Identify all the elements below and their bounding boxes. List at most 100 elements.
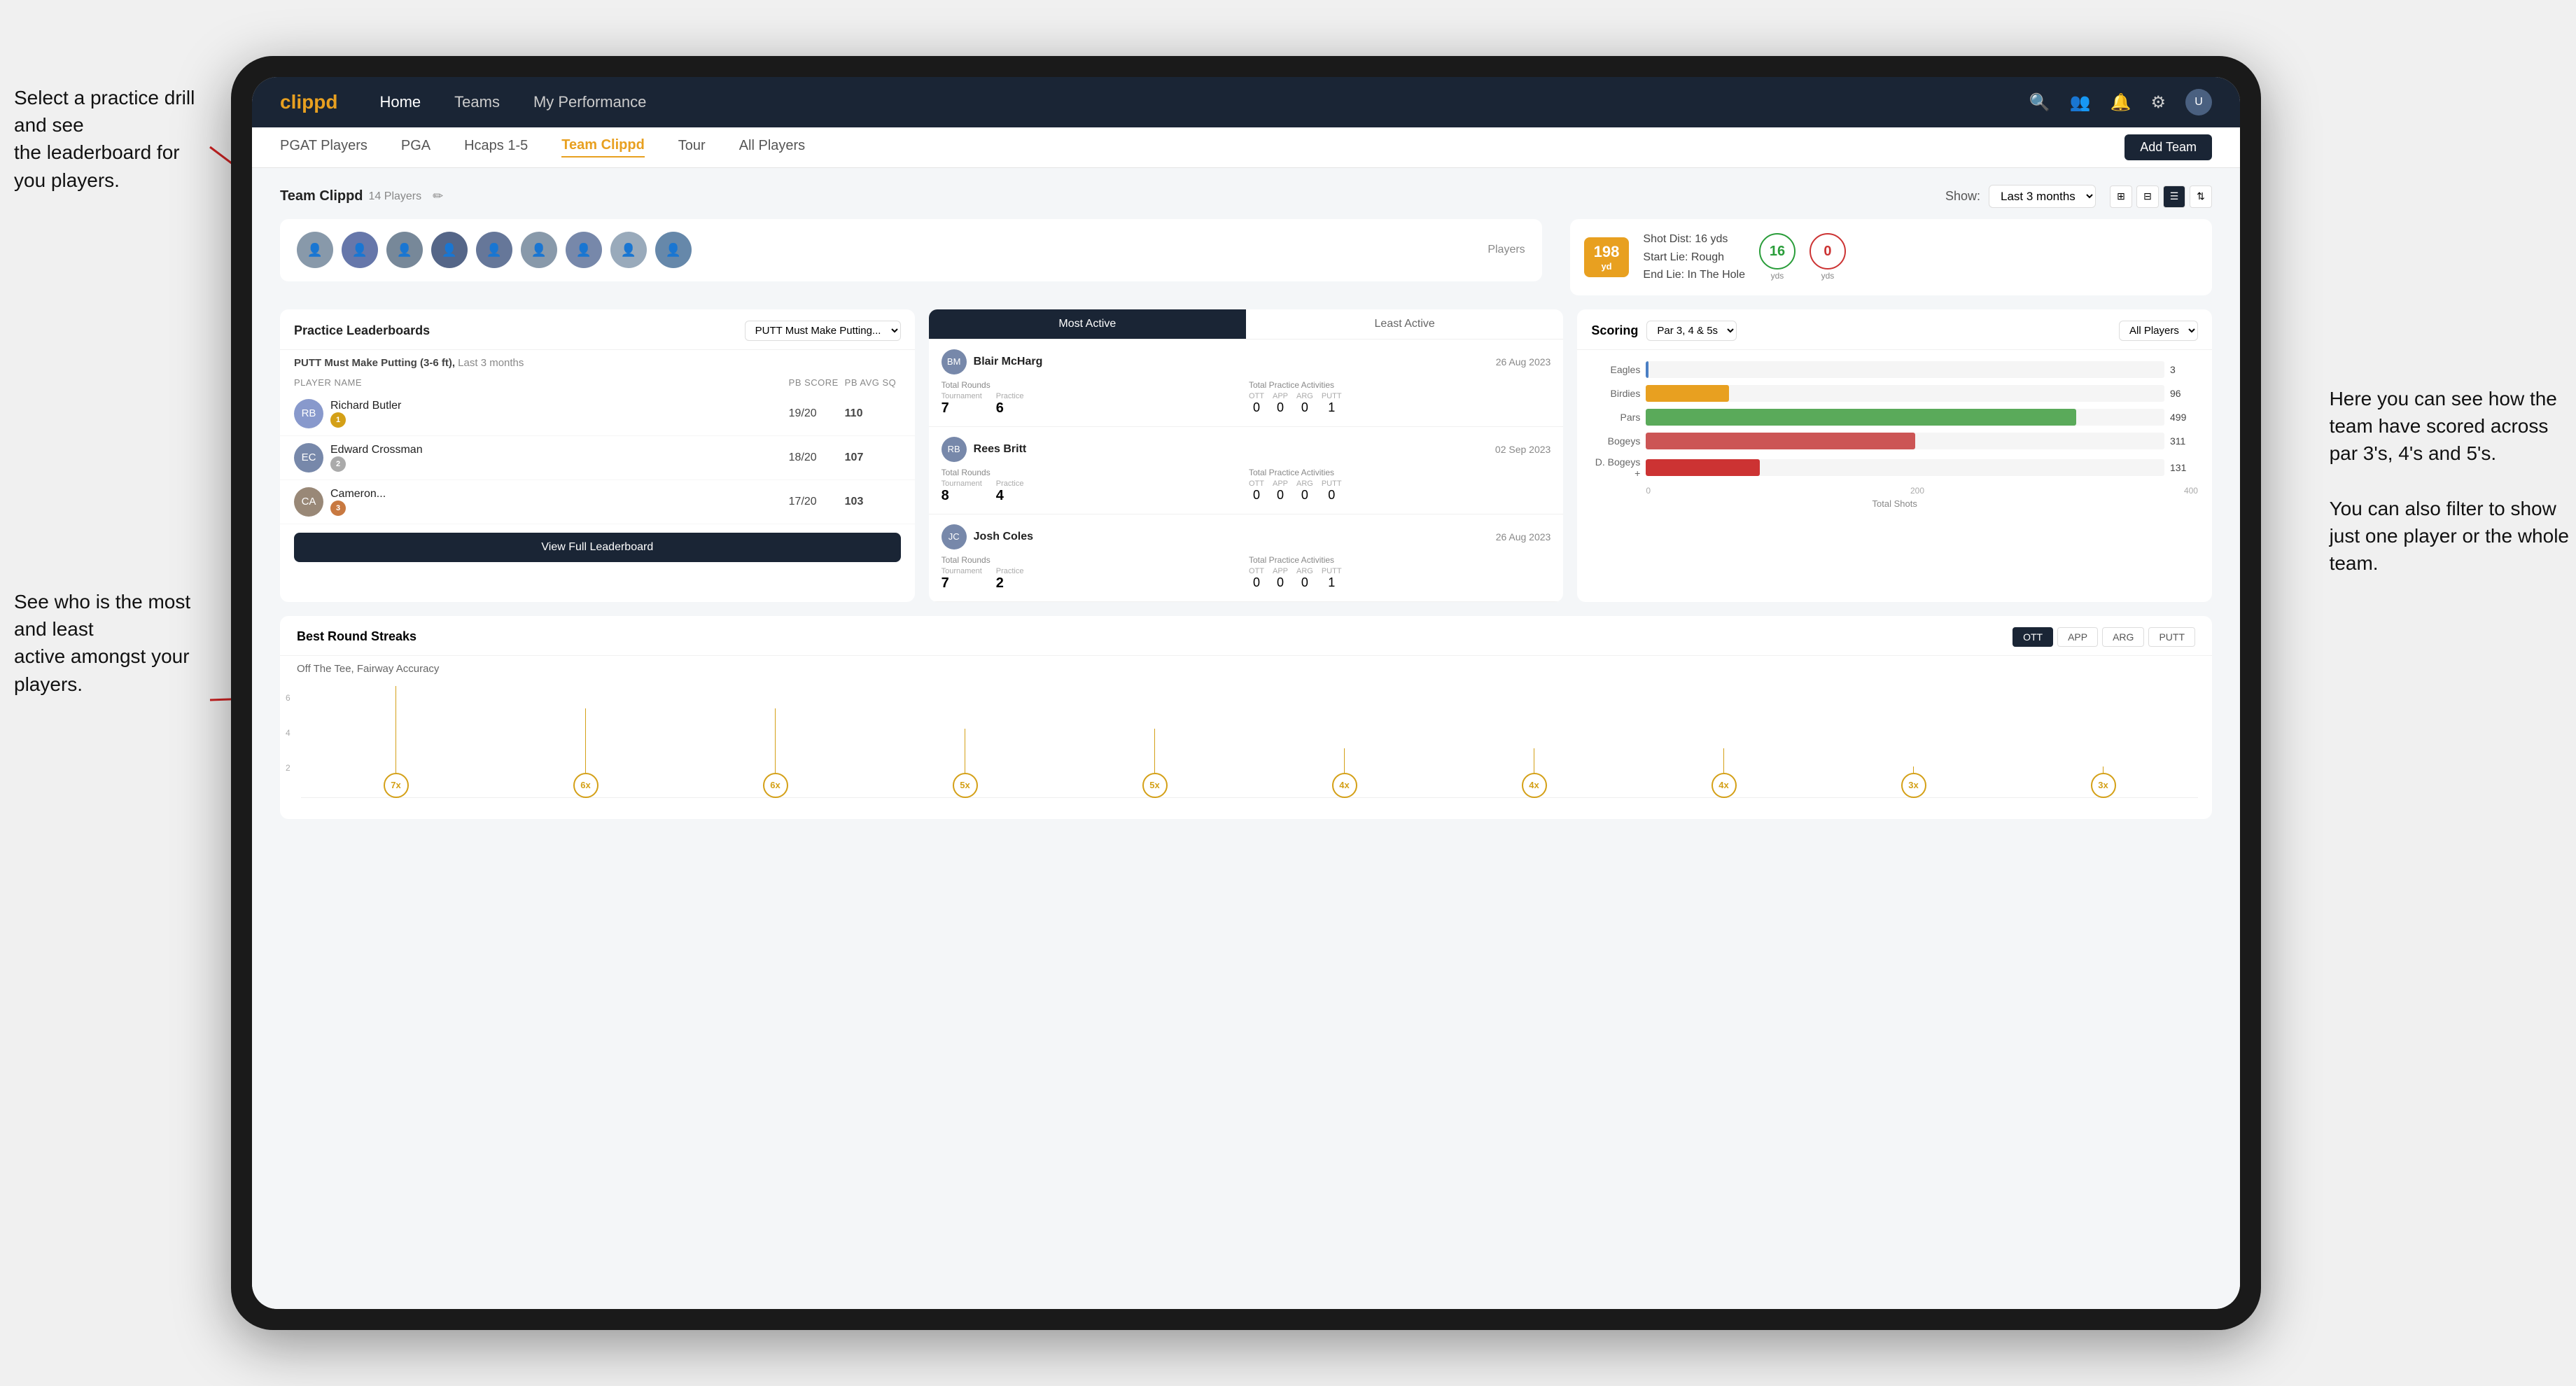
pac-total-rounds-3: Total Rounds Tournament 7 Practice 2 [941,555,1243,592]
player-avatar-2[interactable]: 👤 [342,232,378,268]
nav-link-performance[interactable]: My Performance [533,93,646,111]
grid3-view-btn[interactable]: ⊟ [2136,186,2159,208]
yards-start-label: yds [1759,271,1795,281]
tab-least-active[interactable]: Least Active [1246,309,1563,339]
chart-row-pars: Pars 499 [1591,409,2198,426]
eagles-bar-container [1646,361,2164,378]
bell-icon[interactable]: 🔔 [2110,92,2132,113]
pars-bar [1646,409,2076,426]
lb-avatar-3: CA [294,487,323,517]
chart-row-eagles: Eagles 3 [1591,361,2198,378]
streak-point-2: 6x [573,708,598,798]
edit-icon[interactable]: ✏ [433,189,443,204]
streak-bubble-2: 6x [573,773,598,798]
leaderboard-header: Practice Leaderboards PUTT Must Make Put… [280,309,915,350]
pac-activities-3: Total Practice Activities OTT 0 APP 0 [1249,555,1550,592]
lb-avatar-1: RB [294,399,323,428]
annotation-bottom-left: See who is the most and least active amo… [14,588,210,698]
subnav-hcaps[interactable]: Hcaps 1-5 [464,138,528,157]
doublebogeys-label: D. Bogeys + [1591,456,1640,479]
player-avatar-5[interactable]: 👤 [476,232,512,268]
player-avatar-3[interactable]: 👤 [386,232,423,268]
col-player-name: PLAYER NAME [294,377,789,388]
all-players-select[interactable]: All Players [2119,321,2198,341]
streaks-header: Best Round Streaks OTT APP ARG PUTT [280,616,2212,656]
pac-stats-3: Total Rounds Tournament 7 Practice 2 [941,555,1551,592]
pac-header-3: JC Josh Coles 26 Aug 2023 [941,524,1551,550]
player-avatar-9[interactable]: 👤 [655,232,692,268]
y-label-4: 4 [286,728,290,738]
tablet-screen: clippd Home Teams My Performance 🔍 👥 🔔 ⚙… [252,77,2240,1309]
streaks-chart: 6 4 2 7x 6x [280,679,2212,819]
nav-link-home[interactable]: Home [379,93,421,111]
lb-avg-2: 107 [845,451,901,464]
search-icon[interactable]: 🔍 [2029,92,2050,113]
player-avatar-1[interactable]: 👤 [297,232,333,268]
three-column-grid: Practice Leaderboards PUTT Must Make Put… [280,309,2212,602]
scoring-panel: Scoring Par 3, 4 & 5s All Players Eagles [1577,309,2212,602]
player-avatar-8[interactable]: 👤 [610,232,647,268]
subnav-pgat[interactable]: PGAT Players [280,138,368,157]
streak-bubble-5: 5x [1142,773,1168,798]
activity-card-3: JC Josh Coles 26 Aug 2023 Total Rounds T… [929,514,1564,602]
total-shots-label: Total Shots [1591,498,2198,509]
show-select[interactable]: Last 3 months [1989,185,2096,208]
yards-end-circle: 0 [1809,233,1846,270]
show-control: Show: Last 3 months ⊞ ⊟ ☰ ⇅ [1945,185,2212,208]
grid2-view-btn[interactable]: ⊞ [2110,186,2132,208]
streak-points-container: 7x 6x 6x 5x [301,686,2198,798]
lb-name-1: Richard Butler [330,400,401,412]
nav-links: Home Teams My Performance [379,93,2029,111]
streak-btn-app[interactable]: APP [2057,627,2098,647]
doublebogeys-bar-container [1646,459,2164,476]
birdies-bar-container [1646,385,2164,402]
subnav-pga[interactable]: PGA [401,138,430,157]
streak-btn-putt[interactable]: PUTT [2148,627,2195,647]
pac-stats-1: Total Rounds Tournament 7 Practice 6 [941,380,1551,416]
subnav-tour[interactable]: Tour [678,138,706,157]
streak-point-1: 7x [384,686,409,798]
filter-view-btn[interactable]: ⇅ [2190,186,2212,208]
lb-row-1: RB Richard Butler 1 19/20 110 [280,392,915,436]
people-icon[interactable]: 👥 [2070,92,2091,113]
add-team-button[interactable]: Add Team [2124,134,2212,160]
players-label: Players [1488,244,1525,256]
subnav-all-players[interactable]: All Players [739,138,805,157]
bogeys-label: Bogeys [1591,435,1640,447]
lb-player-info-2: EC Edward Crossman 2 [294,443,789,472]
pac-stats-2: Total Rounds Tournament 8 Practice 4 [941,468,1551,504]
birdies-value: 96 [2170,388,2198,399]
streak-btn-arg[interactable]: ARG [2102,627,2144,647]
scoring-chart: Eagles 3 Birdies 96 [1577,350,2212,520]
pac-date-3: 26 Aug 2023 [1496,531,1551,542]
subnav-team-clippd[interactable]: Team Clippd [561,137,645,158]
scoring-filter-select[interactable]: Par 3, 4 & 5s [1646,321,1737,341]
scoring-title: Scoring [1591,323,1638,338]
yards-start-circle: 16 [1759,233,1795,270]
player-avatar-7[interactable]: 👤 [566,232,602,268]
settings-icon[interactable]: ⚙ [2150,92,2166,113]
streak-point-10: 3x [2091,766,2116,798]
player-avatar-4[interactable]: 👤 [431,232,468,268]
streak-bubble-9: 3x [1901,773,1926,798]
player-avatar-6[interactable]: 👤 [521,232,557,268]
drill-select[interactable]: PUTT Must Make Putting... [745,321,901,341]
list-view-btn[interactable]: ☰ [2163,186,2185,208]
x-label-0: 0 [1646,486,1651,496]
streak-bubble-1: 7x [384,773,409,798]
y-label-2: 2 [286,763,290,773]
streaks-title: Best Round Streaks [297,629,416,644]
lb-badge-gold: 1 [330,412,346,428]
eagles-bar [1646,361,1648,378]
view-full-leaderboard-button[interactable]: View Full Leaderboard [294,533,901,562]
end-lie-label: End Lie: In The Hole [1643,266,1745,284]
yards-end-label: yds [1809,271,1846,281]
tab-most-active[interactable]: Most Active [929,309,1246,339]
yards-circles: 16 yds 0 yds [1759,233,1846,281]
streaks-panel: Best Round Streaks OTT APP ARG PUTT Off … [280,616,2212,819]
active-players-panel: Most Active Least Active BM Blair McHarg… [929,309,1564,602]
user-avatar[interactable]: U [2185,89,2212,115]
nav-link-teams[interactable]: Teams [454,93,500,111]
streak-bubble-3: 6x [763,773,788,798]
streak-btn-ott[interactable]: OTT [2012,627,2053,647]
